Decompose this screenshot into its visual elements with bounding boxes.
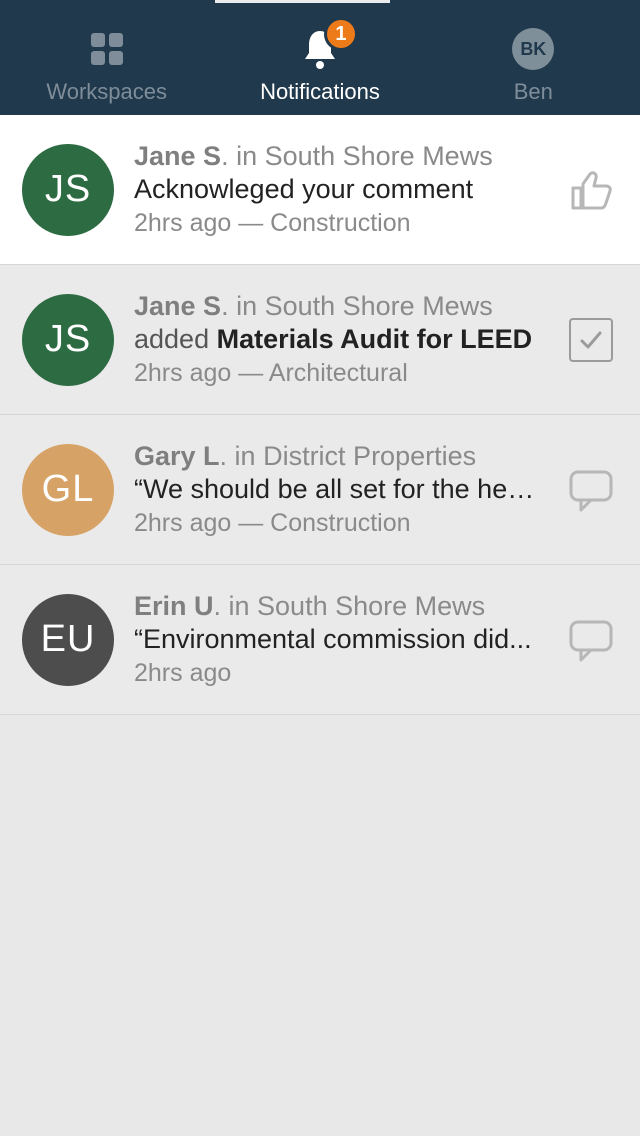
notification-body-line: added Materials Audit for LEED (134, 324, 544, 355)
notification-content: Erin U. in South Shore Mews“Environmenta… (134, 591, 544, 688)
notification-meta-line: 2hrs ago (134, 659, 544, 688)
notification-meta-line: 2hrs ago — Construction (134, 509, 544, 538)
tab-label: Ben (514, 79, 553, 105)
notification-item[interactable]: GLGary L. in District Properties“We shou… (0, 415, 640, 565)
status-bar-accent (215, 0, 390, 3)
avatar-icon: BK (512, 27, 554, 71)
notification-list: JSJane S. in South Shore MewsAcknowleged… (0, 115, 640, 715)
notification-item[interactable]: JSJane S. in South Shore MewsAcknowleged… (0, 115, 640, 265)
user-avatar: JS (22, 294, 114, 386)
thumb-icon (564, 166, 618, 214)
tab-notifications[interactable]: 1 Notifications (213, 27, 426, 105)
profile-avatar: BK (512, 28, 554, 70)
notification-body-line: “Environmental commission did... (134, 624, 544, 655)
grid-icon (87, 27, 127, 71)
checkbox-icon[interactable] (564, 318, 618, 362)
notification-header-line: Jane S. in South Shore Mews (134, 291, 544, 322)
user-avatar: EU (22, 594, 114, 686)
tab-label: Workspaces (46, 79, 167, 105)
badge-count: 1 (335, 23, 346, 46)
user-avatar: GL (22, 444, 114, 536)
tab-workspaces[interactable]: Workspaces (0, 27, 213, 105)
notification-body-line: Acknowleged your comment (134, 174, 544, 205)
notification-header-line: Gary L. in District Properties (134, 441, 544, 472)
comment-icon (564, 468, 618, 512)
tab-label: Notifications (260, 79, 380, 105)
notification-item[interactable]: EUErin U. in South Shore Mews“Environmen… (0, 565, 640, 715)
notification-body-line: “We should be all set for the hea... (134, 474, 544, 505)
user-avatar: JS (22, 144, 114, 236)
notification-content: Gary L. in District Properties“We should… (134, 441, 544, 538)
notification-meta-line: 2hrs ago — Construction (134, 209, 544, 238)
tab-profile[interactable]: BK Ben (427, 27, 640, 105)
app-header: Workspaces 1 Notifications BK Ben (0, 0, 640, 115)
notification-header-line: Jane S. in South Shore Mews (134, 141, 544, 172)
notification-badge: 1 (324, 17, 358, 51)
comment-icon (564, 618, 618, 662)
notification-header-line: Erin U. in South Shore Mews (134, 591, 544, 622)
notification-content: Jane S. in South Shore MewsAcknowleged y… (134, 141, 544, 238)
notification-content: Jane S. in South Shore Mewsadded Materia… (134, 291, 544, 388)
notification-item[interactable]: JSJane S. in South Shore Mewsadded Mater… (0, 265, 640, 415)
notification-meta-line: 2hrs ago — Architectural (134, 359, 544, 388)
